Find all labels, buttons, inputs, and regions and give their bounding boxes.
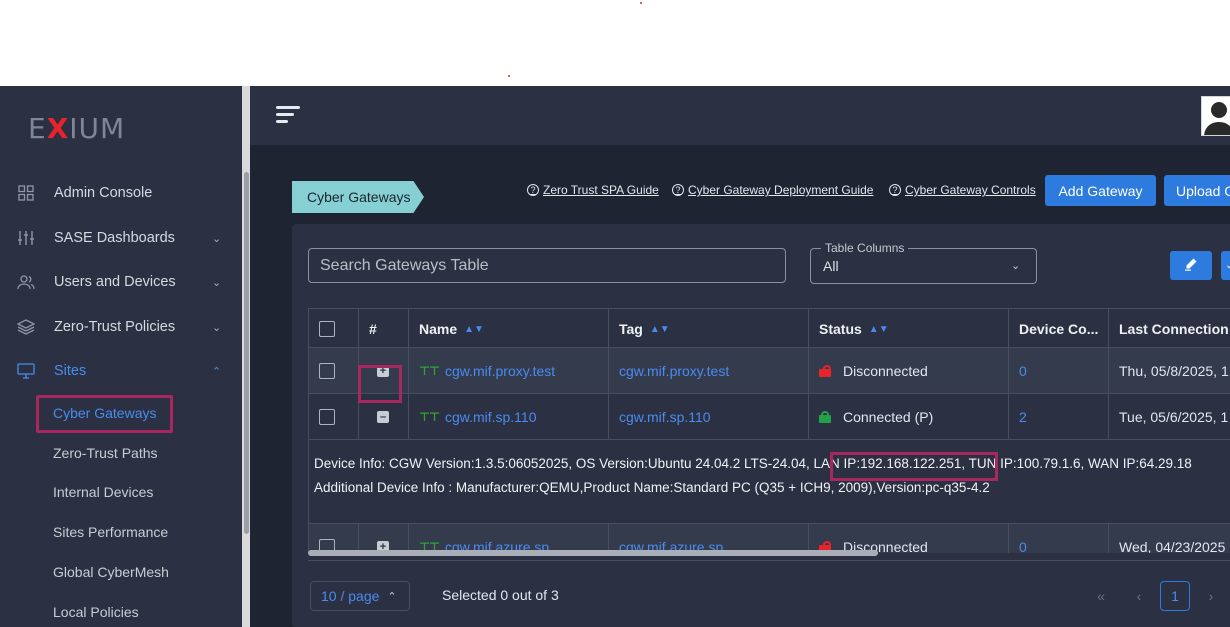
gateways-panel: Search Gateways Table Table Columns All … [292, 224, 1230, 627]
column-header-index: # [359, 309, 409, 349]
scrollbar-thumb[interactable] [308, 550, 878, 556]
top-bar [250, 86, 1230, 145]
sidebar-item-sase-dashboards[interactable]: SASE Dashboards ⌄ [0, 218, 242, 258]
search-input[interactable]: Search Gateways Table [308, 248, 786, 283]
sidebar-subitem-sites-performance[interactable]: Sites Performance [53, 524, 168, 540]
gateway-controls-link[interactable]: ? Cyber Gateway Controls [889, 183, 1036, 197]
collapse-row-icon[interactable]: – [377, 411, 389, 423]
page-size-select[interactable]: 10 / page ⌃ [310, 581, 410, 611]
status-text: Connected (P) [843, 409, 934, 425]
expanded-device-info: Device Info: CGW Version:1.3.5:06052025,… [308, 440, 1230, 524]
table-row[interactable]: – ⊤⊤ cgw.mif.sp.110 cgw.mif.sp.110 Connec… [308, 394, 1230, 440]
last-connection-cell: Thu, 05/8/2025, 1 [1119, 363, 1229, 379]
sidebar-item-admin-console[interactable]: Admin Console [0, 173, 242, 213]
table-columns-select[interactable]: Table Columns All ⌄ [810, 241, 1037, 284]
exium-logo[interactable]: EXIUM [28, 112, 125, 145]
chevron-up-icon: ⌃ [387, 590, 397, 603]
highlight-box [36, 395, 173, 433]
sliders-icon [16, 228, 36, 248]
chevron-down-icon: ⌄ [212, 321, 222, 334]
sidebar-subitem-local-policies[interactable]: Local Policies [53, 604, 139, 620]
sort-icon[interactable]: ▲▼ [869, 324, 889, 335]
divider [308, 560, 1230, 561]
row-checkbox[interactable] [319, 363, 335, 379]
sort-icon[interactable]: ▲▼ [464, 324, 484, 335]
chevron-up-icon: ⌃ [212, 365, 222, 378]
upload-gateway-button[interactable]: Upload G [1164, 175, 1230, 206]
hamburger-menu-icon[interactable] [276, 106, 300, 124]
sidebar-item-users-and-devices[interactable]: Users and Devices ⌄ [0, 262, 242, 302]
help-icon: ? [672, 184, 684, 196]
monitor-icon [16, 361, 36, 381]
sidebar-scrollbar-thumb[interactable] [244, 172, 249, 534]
users-icon [16, 272, 36, 292]
gateway-tag-link[interactable]: cgw.mif.sp.110 [619, 409, 711, 425]
help-icon: ? [889, 184, 901, 196]
chevron-down-icon: ⌄ [1011, 260, 1021, 272]
highlight-box [830, 452, 998, 481]
artifact-dot [640, 2, 642, 4]
sidebar: EXIUM Admin Console SASE Dashboards ⌄ Us… [0, 86, 250, 627]
additional-device-info-line: Additional Device Info : Manufacturer:QE… [314, 480, 990, 495]
table-horizontal-scrollbar[interactable] [308, 549, 1230, 557]
edit-button[interactable] [1170, 251, 1212, 280]
gateway-icon: ⊤⊤ [419, 410, 440, 424]
row-checkbox[interactable] [319, 409, 335, 425]
status-text: Disconnected [843, 363, 928, 379]
chevron-down-icon: ⌄ [1225, 260, 1230, 271]
unlocked-icon [819, 365, 831, 377]
lock-icon [819, 411, 831, 423]
sort-icon[interactable]: ▲▼ [650, 324, 670, 335]
add-gateway-button[interactable]: Add Gateway [1045, 175, 1156, 206]
select-all-cell [309, 309, 359, 349]
zero-trust-spa-guide-link[interactable]: ? Zero Trust SPA Guide [527, 183, 659, 197]
main-content: Cyber Gateways ? Zero Trust SPA Guide ? Cy… [250, 145, 1230, 627]
select-all-checkbox[interactable] [319, 321, 335, 337]
column-header-status[interactable]: Status ▲▼ [809, 309, 1009, 349]
gateway-icon: ⊤⊤ [419, 364, 440, 378]
sidebar-subitem-zero-trust-paths[interactable]: Zero-Trust Paths [53, 445, 158, 461]
device-info-line: Device Info: CGW Version:1.3.5:06052025,… [314, 456, 1192, 471]
avatar[interactable] [1201, 96, 1230, 136]
sidebar-item-sites[interactable]: Sites ⌃ [0, 351, 242, 391]
selection-count: Selected 0 out of 3 [442, 587, 559, 603]
gateways-table: # Name ▲▼ Tag ▲▼ Status ▲▼ Device Co... Las… [308, 308, 1230, 553]
column-header-device-count[interactable]: Device Co... [1009, 309, 1109, 349]
layers-icon [16, 317, 36, 337]
next-page-icon[interactable]: › [1196, 581, 1226, 611]
table-header: # Name ▲▼ Tag ▲▼ Status ▲▼ Device Co... Las… [308, 308, 1230, 349]
device-count-link[interactable]: 2 [1019, 409, 1027, 425]
artifact-dot [508, 75, 510, 77]
help-icon: ? [527, 184, 539, 196]
deployment-guide-link[interactable]: ? Cyber Gateway Deployment Guide [672, 183, 873, 197]
last-connection-cell: Tue, 05/6/2025, 1 [1119, 409, 1229, 425]
column-header-name[interactable]: Name ▲▼ [409, 309, 609, 349]
highlight-box [358, 365, 402, 403]
sidebar-subitem-internal-devices[interactable]: Internal Devices [53, 484, 153, 500]
table-row[interactable]: + ⊤⊤ cgw.mif.proxy.test cgw.mif.proxy.tes… [308, 348, 1230, 394]
gateway-name-link[interactable]: cgw.mif.sp.110 [445, 409, 537, 425]
gateway-tag-link[interactable]: cgw.mif.proxy.test [619, 363, 729, 379]
device-count-link[interactable]: 0 [1019, 363, 1027, 379]
column-header-tag[interactable]: Tag ▲▼ [609, 309, 809, 349]
sidebar-subitem-global-cybermesh[interactable]: Global CyberMesh [53, 564, 169, 580]
previous-page-icon[interactable]: ‹ [1124, 581, 1154, 611]
top-blank-area [0, 0, 1230, 86]
chevron-down-icon: ⌄ [212, 276, 222, 289]
gateway-name-link[interactable]: cgw.mif.proxy.test [445, 363, 555, 379]
pen-icon [1184, 257, 1198, 274]
column-header-last-connection[interactable]: Last Connection U [1109, 309, 1230, 349]
chevron-down-icon: ⌄ [212, 232, 222, 245]
first-page-icon[interactable]: « [1086, 581, 1116, 611]
column-settings-button[interactable]: ⌄ [1221, 251, 1230, 280]
page-number-current[interactable]: 1 [1160, 581, 1190, 611]
breadcrumb: Cyber Gateways [292, 181, 424, 213]
grid-icon [16, 183, 36, 203]
sidebar-item-zero-trust-policies[interactable]: Zero-Trust Policies ⌄ [0, 307, 242, 347]
